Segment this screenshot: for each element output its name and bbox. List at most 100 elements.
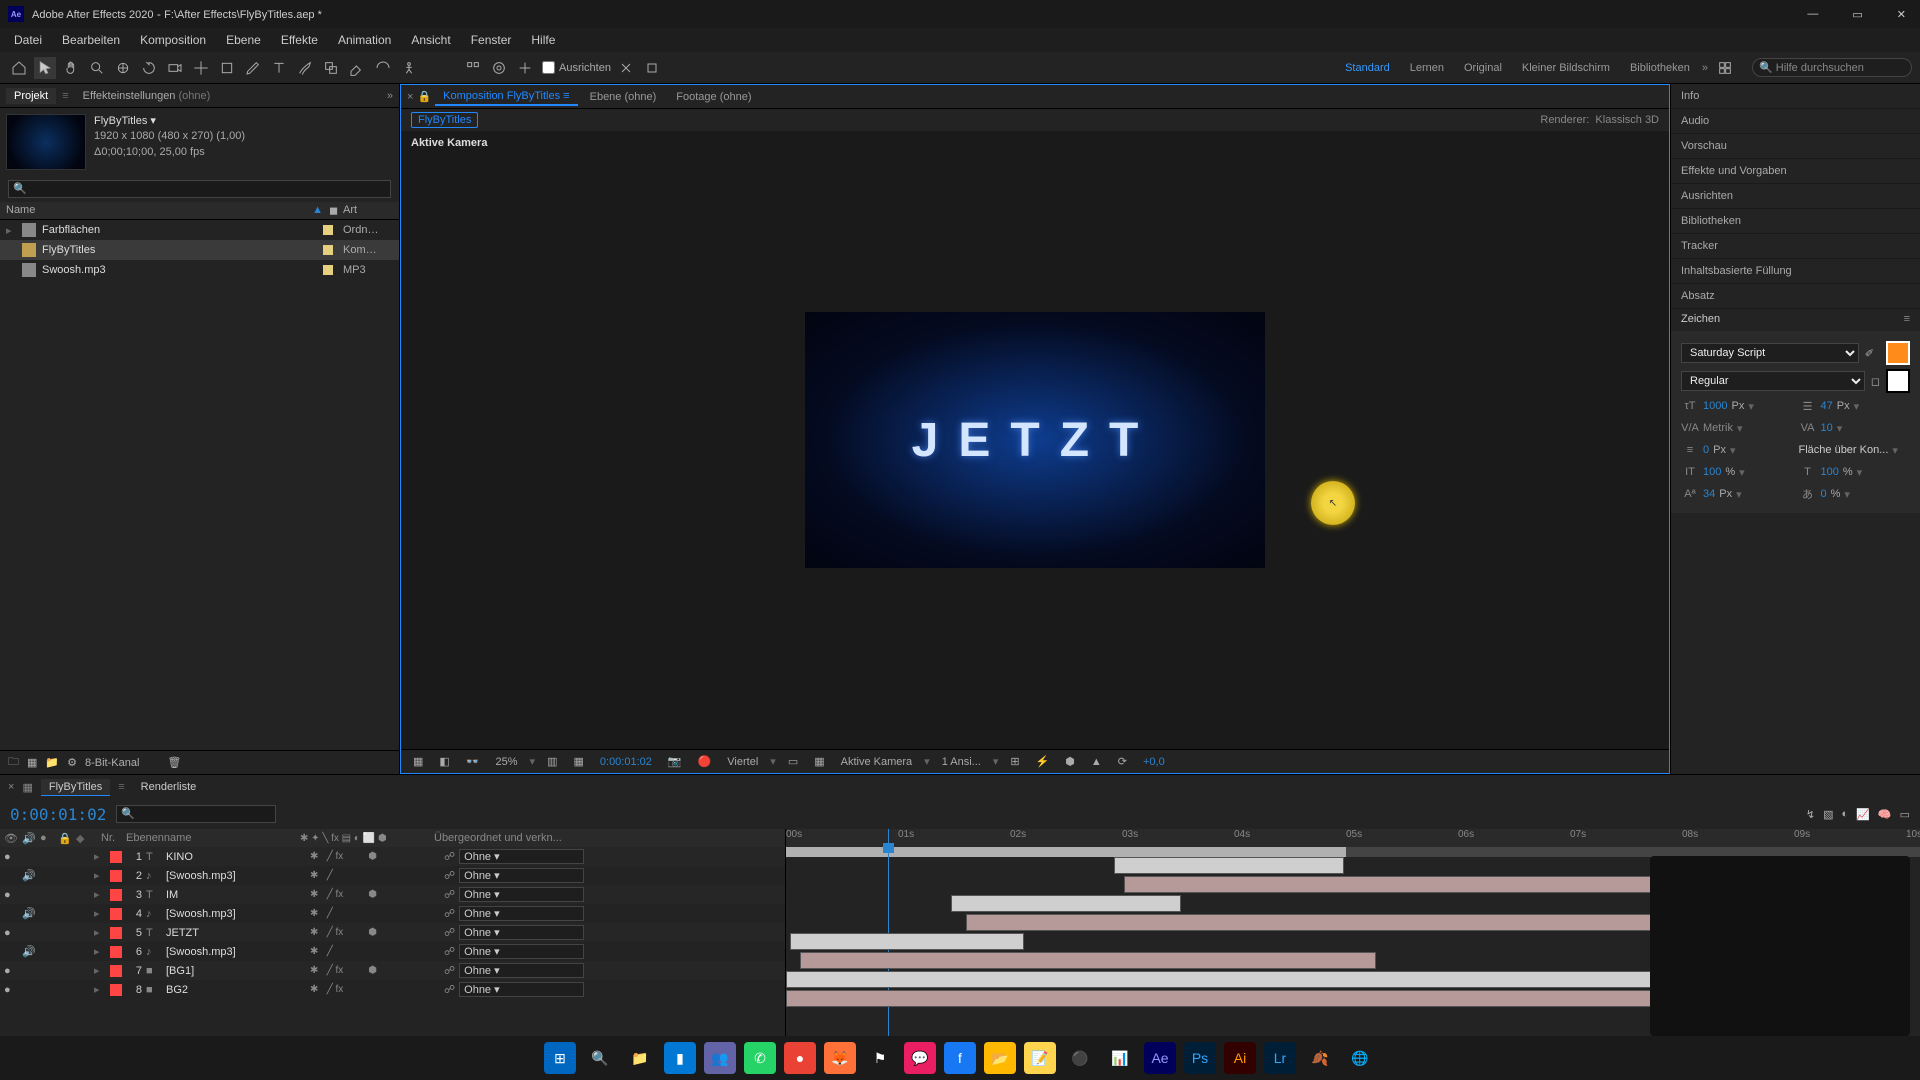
tb-lr-icon[interactable]: Lr <box>1264 1042 1296 1074</box>
toolbar-extra-2[interactable] <box>488 57 510 79</box>
tb-search-icon[interactable]: 🔍 <box>584 1042 616 1074</box>
tracking-value[interactable]: 10 <box>1821 422 1833 434</box>
tb-firefox-icon[interactable]: 🦊 <box>824 1042 856 1074</box>
footer-3d-icon[interactable]: ⬢ <box>1061 754 1079 769</box>
tab-project[interactable]: Projekt <box>6 88 56 104</box>
selection-tool[interactable] <box>34 57 56 79</box>
text-tool[interactable] <box>268 57 290 79</box>
pan-behind-tool[interactable] <box>190 57 212 79</box>
comp-breadcrumb[interactable]: FlyByTitles <box>411 112 478 128</box>
minimize-button[interactable]: — <box>1801 6 1824 23</box>
panel-ausrichten[interactable]: Ausrichten <box>1671 184 1920 209</box>
tb-ps-icon[interactable]: Ps <box>1184 1042 1216 1074</box>
tab-composition[interactable]: Komposition FlyByTitles ≡ <box>435 88 577 106</box>
layer-row[interactable]: 🔊▸6♪[Swoosh.mp3]✱ ╱ ☍Ohne ▾ <box>0 942 785 961</box>
tl-icon-graph[interactable]: 📈 <box>1856 808 1870 821</box>
proj-settings-icon[interactable]: ⚙ <box>67 756 77 769</box>
stroke-swatch[interactable] <box>1886 369 1910 393</box>
snap-checkbox[interactable] <box>542 61 555 74</box>
footer-mask2-icon[interactable]: 👓 <box>462 754 484 769</box>
sort-icon[interactable]: ▲ <box>312 204 323 217</box>
project-row[interactable]: FlyByTitlesKom… <box>0 240 399 260</box>
font-size[interactable]: 1000 <box>1703 400 1727 412</box>
layer-row[interactable]: ●▸1TKINO✱ ╱ fx ⬢☍Ohne ▾ <box>0 847 785 866</box>
footer-draft3d-icon[interactable]: ▲ <box>1087 755 1106 769</box>
panel-bibliotheken[interactable]: Bibliotheken <box>1671 209 1920 234</box>
tb-fb-icon[interactable]: f <box>944 1042 976 1074</box>
tl-close-icon[interactable]: × <box>8 781 14 793</box>
hscale-value[interactable]: 100 <box>1821 466 1839 478</box>
puppet-tool[interactable] <box>398 57 420 79</box>
snap-opt-1[interactable] <box>615 57 637 79</box>
footer-fast-icon[interactable]: ⚡ <box>1032 754 1054 769</box>
footer-time[interactable]: 0:00:01:02 <box>596 755 656 769</box>
brush-tool[interactable] <box>294 57 316 79</box>
menu-hilfe[interactable]: Hilfe <box>523 31 563 49</box>
composition-preview[interactable]: JETZT <box>805 312 1265 568</box>
layer-row[interactable]: ●▸8■BG2✱ ╱ fx ☍Ohne ▾ <box>0 980 785 999</box>
workspace-grid-icon[interactable] <box>1714 57 1736 79</box>
bar-kino[interactable] <box>1114 857 1344 874</box>
orbit-tool[interactable] <box>112 57 134 79</box>
clone-tool[interactable] <box>320 57 342 79</box>
tab-footage[interactable]: Footage (ohne) <box>668 89 759 105</box>
menu-ansicht[interactable]: Ansicht <box>403 31 458 49</box>
tb-teams-icon[interactable]: 👥 <box>704 1042 736 1074</box>
footer-res-icon[interactable]: ▥ <box>543 754 561 769</box>
comp-close-icon[interactable]: × <box>407 91 413 103</box>
footer-transp-icon[interactable]: ▦ <box>810 754 828 769</box>
start-icon[interactable]: ⊞ <box>544 1042 576 1074</box>
renderer-select[interactable]: Klassisch 3D <box>1595 114 1659 126</box>
camera-select[interactable]: Aktive Kamera <box>837 755 917 769</box>
tl-icon-motion-blur[interactable]: ◐ <box>1842 808 1849 820</box>
tb-app1-icon[interactable]: ▮ <box>664 1042 696 1074</box>
proj-interpret-icon[interactable]: 🗀 <box>8 753 19 772</box>
panel-info[interactable]: Info <box>1671 84 1920 109</box>
views-select[interactable]: 1 Ansi... <box>938 755 985 769</box>
layer-row[interactable]: ●▸5TJETZT✱ ╱ fx ⬢☍Ohne ▾ <box>0 923 785 942</box>
footer-px-icon[interactable]: ⊞ <box>1006 754 1023 769</box>
menu-komposition[interactable]: Komposition <box>132 31 214 49</box>
tb-app4-icon[interactable]: 📊 <box>1104 1042 1136 1074</box>
tl-icon-brain[interactable]: 🧠 <box>1878 808 1892 821</box>
fill-option[interactable]: Fläche über Kon... <box>1799 444 1889 456</box>
workspace-bibliotheken[interactable]: Bibliotheken <box>1630 62 1690 74</box>
kerning-value[interactable]: Metrik <box>1703 422 1733 434</box>
exposure-value[interactable]: +0,0 <box>1139 755 1169 769</box>
project-row[interactable]: Swoosh.mp3MP3 <box>0 260 399 280</box>
current-time[interactable]: 0:00:01:02 <box>10 805 106 824</box>
bar-swoosh3[interactable] <box>800 952 1376 969</box>
footer-grid-icon[interactable]: ▦ <box>569 754 587 769</box>
bar-swoosh2[interactable] <box>966 914 1746 931</box>
pen-tool[interactable] <box>242 57 264 79</box>
tb-notes-icon[interactable]: 📝 <box>1024 1042 1056 1074</box>
tb-ai-icon[interactable]: Ai <box>1224 1042 1256 1074</box>
tl-comp-icon[interactable]: ▦ <box>22 781 32 794</box>
tl-icon-frame-blend[interactable]: ▧ <box>1823 808 1833 821</box>
footer-mask-icon[interactable]: ◧ <box>435 754 453 769</box>
stroke-value[interactable]: 0 <box>1703 444 1709 456</box>
workspace-more-icon[interactable]: » <box>1702 62 1708 74</box>
footer-refresh-icon[interactable]: ⟳ <box>1114 754 1131 769</box>
zoom-tool[interactable] <box>86 57 108 79</box>
tb-whatsapp-icon[interactable]: ✆ <box>744 1042 776 1074</box>
camera-tool[interactable] <box>164 57 186 79</box>
workspace-kleiner bildschirm[interactable]: Kleiner Bildschirm <box>1522 62 1610 74</box>
panel-tracker[interactable]: Tracker <box>1671 234 1920 259</box>
tab-layer[interactable]: Ebene (ohne) <box>582 89 665 105</box>
timeline-search[interactable] <box>116 805 276 823</box>
comp-lock-icon[interactable]: 🔒 <box>417 90 431 103</box>
eyedropper-icon[interactable]: ✐ <box>1865 347 1874 360</box>
home-icon[interactable] <box>8 57 30 79</box>
footer-alpha-icon[interactable]: ▦ <box>409 754 427 769</box>
resolution-select[interactable]: Viertel <box>723 755 762 769</box>
tb-app6-icon[interactable]: 🌐 <box>1344 1042 1376 1074</box>
tb-folder-icon[interactable]: 📂 <box>984 1042 1016 1074</box>
tb-ae-icon[interactable]: Ae <box>1144 1042 1176 1074</box>
tb-explorer-icon[interactable]: 📁 <box>624 1042 656 1074</box>
zoom-level[interactable]: 25% <box>492 755 522 769</box>
vscale-value[interactable]: 100 <box>1703 466 1721 478</box>
roto-tool[interactable] <box>372 57 394 79</box>
timeline-tab-comp[interactable]: FlyByTitles <box>41 779 110 796</box>
proj-new-folder-icon[interactable]: 📁 <box>45 756 59 769</box>
